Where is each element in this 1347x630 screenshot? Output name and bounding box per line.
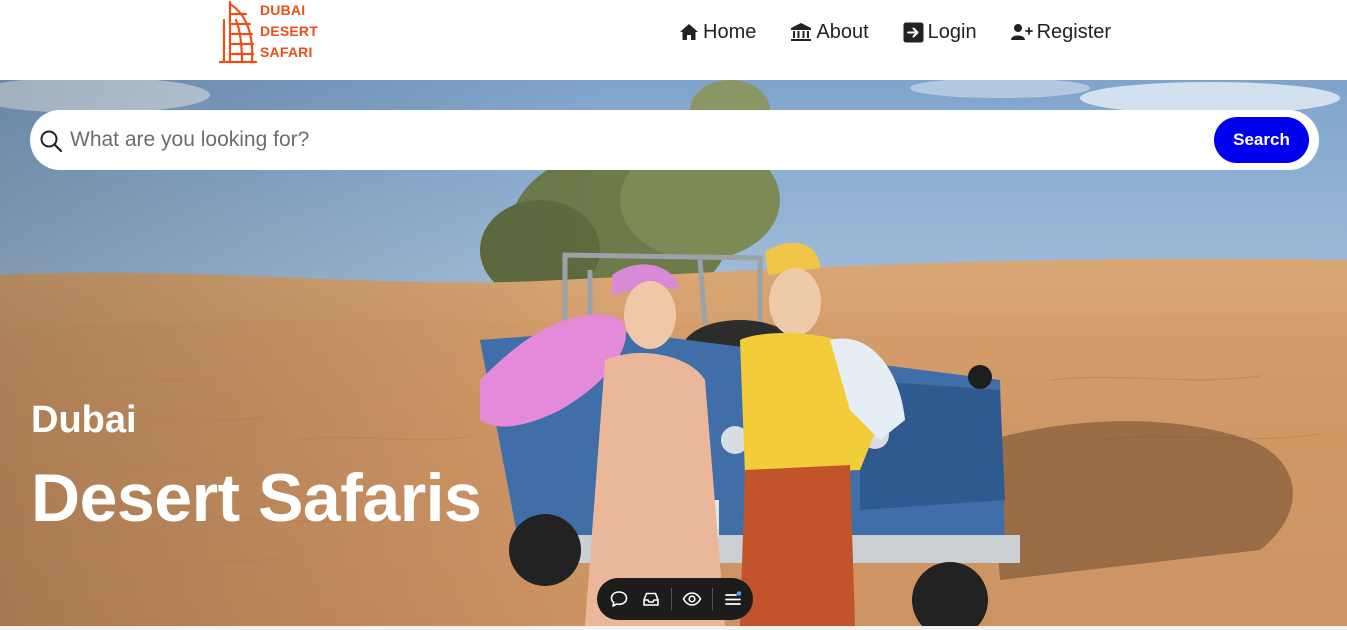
nav-home-label: Home — [703, 20, 757, 43]
user-plus-icon — [1010, 24, 1033, 40]
nav-register-label: Register — [1036, 20, 1112, 43]
brand-wordmark: DUBAI DESERT SAFARI — [260, 0, 318, 63]
nav-login-label: Login — [927, 20, 977, 43]
search-icon — [40, 130, 63, 153]
menu-icon — [725, 591, 742, 605]
nav-login-link[interactable]: Login — [903, 21, 977, 44]
toolbar-divider — [712, 588, 713, 610]
main-nav: Home About Login Register — [679, 18, 1111, 46]
search-button[interactable]: Search — [1214, 117, 1309, 163]
floating-toolbar — [597, 578, 753, 620]
eye-icon — [682, 592, 702, 606]
hero-subtitle: Dubai — [31, 399, 137, 441]
comment-icon — [610, 591, 628, 607]
menu-button[interactable] — [723, 589, 743, 609]
nav-about-label: About — [816, 20, 869, 43]
preview-button[interactable] — [682, 589, 702, 609]
comment-button[interactable] — [609, 589, 629, 609]
site-header: DUBAI DESERT SAFARI Home About Login Reg… — [0, 0, 1347, 80]
toolbar-divider — [671, 588, 672, 610]
brand-line-1: DUBAI — [260, 2, 306, 18]
home-icon — [680, 24, 698, 40]
inbox-button[interactable] — [641, 589, 661, 609]
brand-line-3: SAFARI — [260, 44, 313, 60]
nav-home-link[interactable]: Home — [679, 21, 756, 44]
brand-logo[interactable]: DUBAI DESERT SAFARI — [216, 0, 326, 66]
hero-banner: Search Dubai Desert Safaris — [0, 80, 1347, 626]
nav-about-link[interactable]: About — [790, 20, 869, 44]
brand-line-2: DESERT — [260, 23, 318, 39]
institution-icon — [791, 23, 812, 41]
search-bar: Search — [30, 110, 1319, 170]
search-input[interactable] — [70, 122, 1200, 158]
login-icon — [903, 22, 924, 42]
burj-al-arab-icon — [218, 0, 258, 64]
page-bottom-edge — [0, 626, 1347, 630]
inbox-icon — [643, 592, 659, 606]
hero-title: Desert Safaris — [31, 460, 482, 536]
nav-register-link[interactable]: Register — [1010, 20, 1112, 44]
